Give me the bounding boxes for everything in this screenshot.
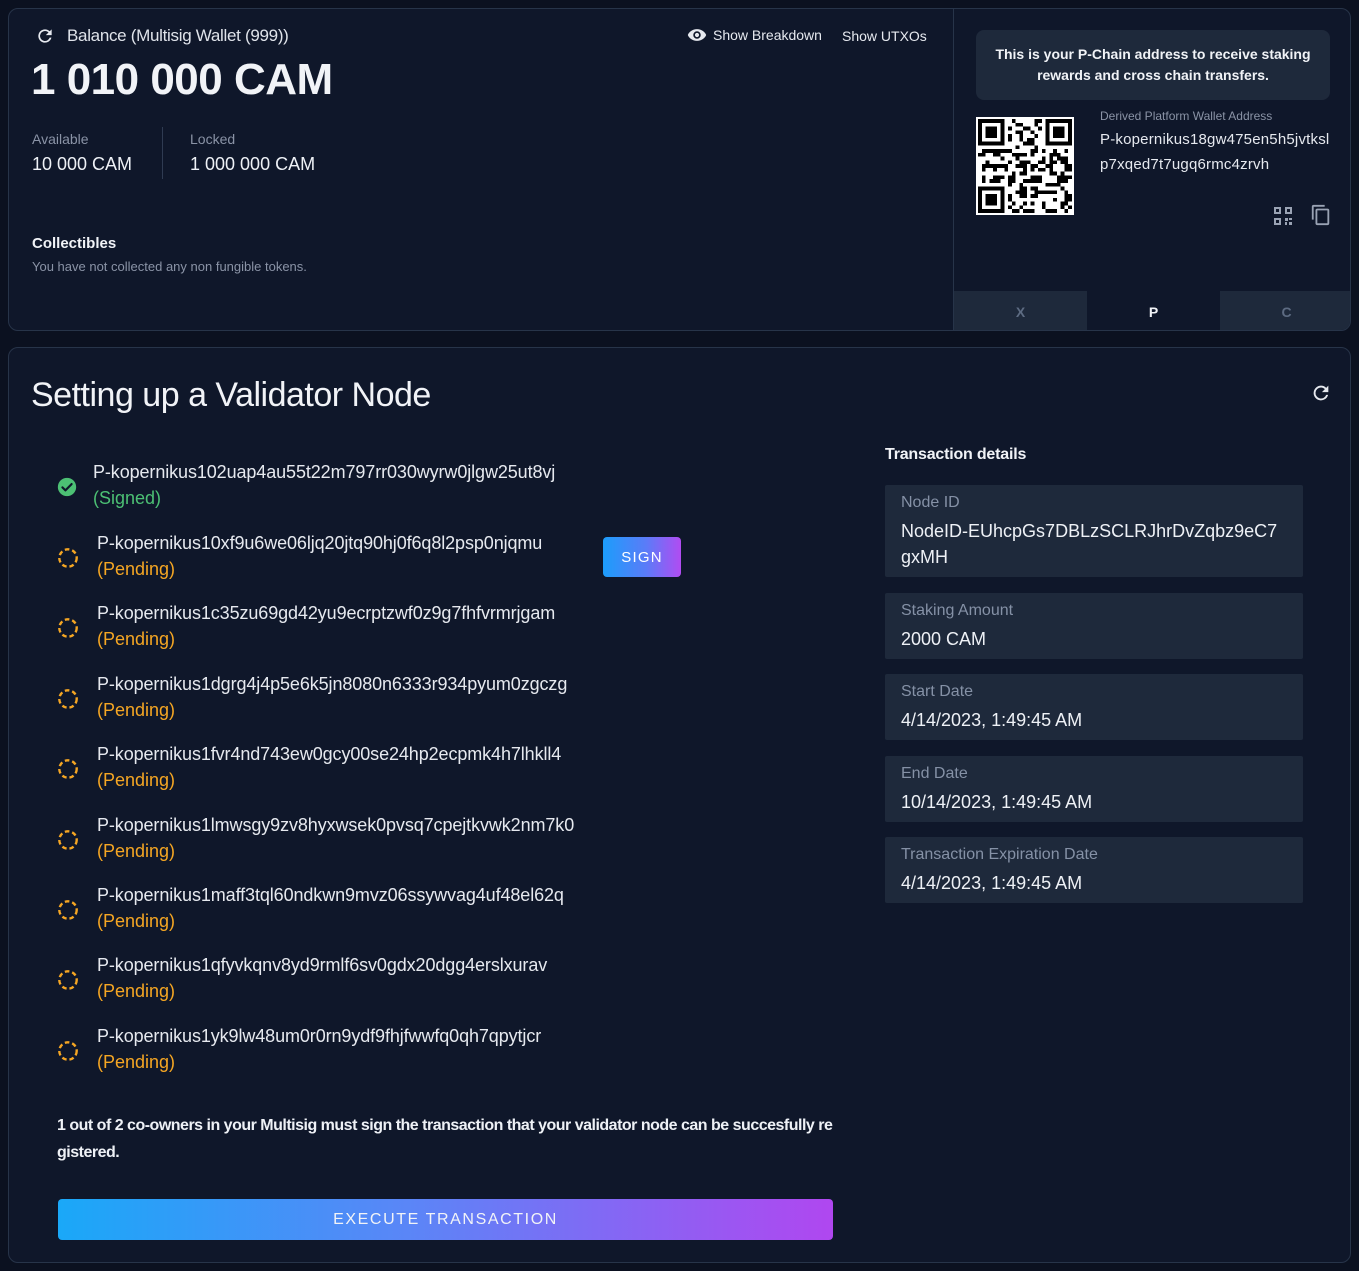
address-label: Derived Platform Wallet Address bbox=[1100, 109, 1273, 123]
chain-tabs: X P C bbox=[954, 291, 1350, 330]
tab-p-chain[interactable]: P bbox=[1087, 291, 1220, 330]
eye-icon bbox=[687, 29, 707, 41]
signer-item: P-kopernikus1yk9lw48um0r0rn9ydf9fhjfwwfq… bbox=[57, 1026, 757, 1086]
address-info-banner: This is your P-Chain address to receive … bbox=[976, 30, 1330, 100]
refresh-icon[interactable] bbox=[1310, 382, 1332, 404]
signer-item: P-kopernikus102uap4au55t22m797rr030wyrw0… bbox=[57, 462, 757, 522]
balance-card: Balance (Multisig Wallet (999)) 1 010 00… bbox=[8, 8, 1351, 331]
detail-node-id: Node ID NodeID-EUhcpGs7DBLzSCLRJhrDvZqbz… bbox=[885, 485, 1303, 577]
available-label: Available bbox=[32, 131, 89, 147]
signer-status: (Pending) bbox=[97, 559, 176, 579]
signer-item: P-kopernikus1lmwsgy9zv8hyxwsek0pvsq7cpej… bbox=[57, 815, 757, 875]
check-circle-icon bbox=[57, 477, 77, 497]
signer-status: (Pending) bbox=[97, 1052, 176, 1072]
signer-address: P-kopernikus102uap4au55t22m797rr030wyrw0… bbox=[93, 462, 556, 482]
collectibles-empty-text: You have not collected any non fungible … bbox=[32, 259, 307, 274]
page-title: Setting up a Validator Node bbox=[31, 376, 431, 414]
detail-end-date: End Date 10/14/2023, 1:49:45 AM bbox=[885, 756, 1303, 822]
detail-label: Node ID bbox=[901, 494, 960, 511]
available-value: 10 000 CAM bbox=[32, 154, 133, 174]
locked-label: Locked bbox=[190, 131, 236, 147]
detail-label: Staking Amount bbox=[901, 602, 1014, 619]
signer-address: P-kopernikus1yk9lw48um0r0rn9ydf9fhjfwwfq… bbox=[97, 1026, 542, 1046]
signer-item: P-kopernikus1fvr4nd743ew0gcy00se24hp2ecp… bbox=[57, 744, 757, 804]
stat-divider bbox=[162, 127, 163, 179]
detail-start-date: Start Date 4/14/2023, 1:49:45 AM bbox=[885, 674, 1303, 740]
detail-value: 4/14/2023, 1:49:45 AM bbox=[901, 710, 1083, 730]
signer-address: P-kopernikus10xf9u6we06ljq20jtq90hj0f6q8… bbox=[97, 533, 543, 553]
show-breakdown-label: Show Breakdown bbox=[713, 27, 822, 43]
pending-circle-icon bbox=[57, 547, 79, 569]
detail-expiration-date: Transaction Expiration Date 4/14/2023, 1… bbox=[885, 837, 1303, 903]
pending-circle-icon bbox=[57, 899, 79, 921]
signer-address: P-kopernikus1fvr4nd743ew0gcy00se24hp2ecp… bbox=[97, 744, 562, 764]
signer-address: P-kopernikus1lmwsgy9zv8hyxwsek0pvsq7cpej… bbox=[97, 815, 575, 835]
detail-value: 4/14/2023, 1:49:45 AM bbox=[901, 873, 1083, 893]
signer-item: P-kopernikus1maff3tql60ndkwn9mvz06ssywva… bbox=[57, 885, 757, 945]
locked-value: 1 000 000 CAM bbox=[190, 154, 316, 174]
signer-item: P-kopernikus1dgrg4j4p5e6k5jn8080n6333r93… bbox=[57, 674, 757, 734]
detail-staking-amount: Staking Amount 2000 CAM bbox=[885, 593, 1303, 659]
copy-icon[interactable] bbox=[1310, 203, 1332, 227]
qr-code-icon[interactable] bbox=[1273, 206, 1293, 226]
sign-button[interactable]: SIGN bbox=[603, 537, 681, 577]
pending-circle-icon bbox=[57, 758, 79, 780]
show-breakdown-button[interactable]: Show Breakdown bbox=[687, 27, 822, 43]
detail-label: Transaction Expiration Date bbox=[901, 846, 1098, 863]
detail-label: Start Date bbox=[901, 683, 974, 700]
balance-title: Balance (Multisig Wallet (999)) bbox=[67, 26, 289, 45]
signer-status: (Pending) bbox=[97, 700, 176, 720]
signer-address: P-kopernikus1maff3tql60ndkwn9mvz06ssywva… bbox=[97, 885, 564, 905]
show-utxos-button[interactable]: Show UTXOs bbox=[842, 28, 927, 44]
transaction-details-title: Transaction details bbox=[885, 446, 1027, 463]
validator-setup-card: Setting up a Validator Node P-kopernikus… bbox=[8, 347, 1351, 1263]
detail-label: End Date bbox=[901, 765, 968, 782]
detail-value: 10/14/2023, 1:49:45 AM bbox=[901, 792, 1093, 812]
tab-x-chain[interactable]: X bbox=[954, 291, 1087, 330]
refresh-icon[interactable] bbox=[35, 26, 55, 46]
signer-status: (Pending) bbox=[97, 770, 176, 790]
pending-circle-icon bbox=[57, 1040, 79, 1062]
pending-circle-icon bbox=[57, 829, 79, 851]
execute-transaction-button[interactable]: EXECUTE TRANSACTION bbox=[58, 1199, 833, 1240]
signer-address: P-kopernikus1c35zu69gd42yu9ecrptzwf0z9g7… bbox=[97, 603, 556, 623]
address-value: P-kopernikus18gw475en5h5jvtkslp7xqed7t7u… bbox=[1100, 131, 1330, 173]
detail-value: NodeID-EUhcpGs7DBLzSCLRJhrDvZqbz9eC7gxMH bbox=[901, 521, 1278, 567]
signer-address: P-kopernikus1dgrg4j4p5e6k5jn8080n6333r93… bbox=[97, 674, 568, 694]
signer-status: (Pending) bbox=[97, 981, 176, 1001]
pending-circle-icon bbox=[57, 617, 79, 639]
detail-value: 2000 CAM bbox=[901, 629, 987, 649]
address-panel: This is your P-Chain address to receive … bbox=[953, 9, 1350, 330]
collectibles-title: Collectibles bbox=[32, 235, 117, 252]
signer-address: P-kopernikus1qfyvkqnv8yd9rmlf6sv0gdx20dg… bbox=[97, 955, 548, 975]
qr-code bbox=[976, 117, 1074, 215]
signer-item: P-kopernikus1c35zu69gd42yu9ecrptzwf0z9g7… bbox=[57, 603, 757, 663]
pending-circle-icon bbox=[57, 688, 79, 710]
tab-c-chain[interactable]: C bbox=[1220, 291, 1350, 330]
pending-circle-icon bbox=[57, 969, 79, 991]
signer-item: P-kopernikus1qfyvkqnv8yd9rmlf6sv0gdx20dg… bbox=[57, 955, 757, 1015]
cosign-note: 1 out of 2 co-owners in your Multisig mu… bbox=[57, 1117, 833, 1161]
signer-status: (Pending) bbox=[97, 629, 176, 649]
signer-status: (Signed) bbox=[93, 488, 162, 508]
signer-status: (Pending) bbox=[97, 841, 176, 861]
balance-amount: 1 010 000 CAM bbox=[31, 55, 333, 104]
signer-status: (Pending) bbox=[97, 911, 176, 931]
